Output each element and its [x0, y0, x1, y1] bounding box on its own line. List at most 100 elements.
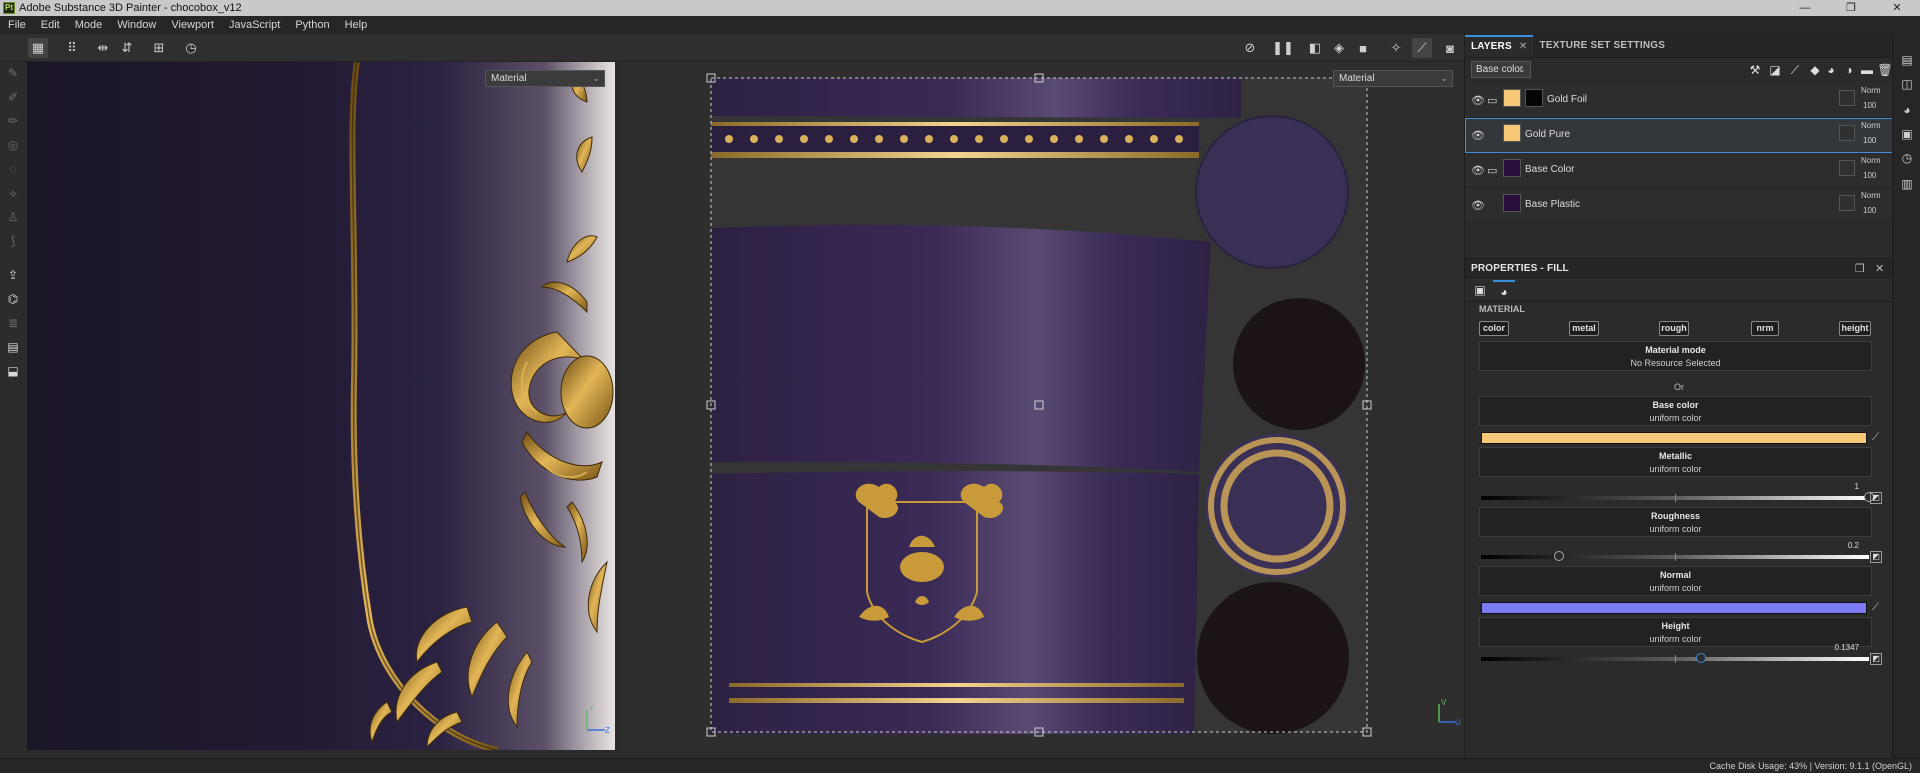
- menu-edit[interactable]: Edit: [41, 19, 60, 31]
- layers-dock-icon[interactable]: ▤: [1899, 52, 1915, 68]
- cube-icon[interactable]: ◈: [1329, 38, 1349, 58]
- maximize-button[interactable]: ❐: [1828, 0, 1874, 16]
- viewport-2d[interactable]: V U Material ⌄: [619, 62, 1464, 750]
- log-dock-icon[interactable]: ▥: [1899, 176, 1915, 192]
- channel-select[interactable]: Base color ⌄: [1471, 61, 1531, 78]
- layer-blend-mode[interactable]: Norm: [1861, 191, 1881, 200]
- visibility-eye-icon[interactable]: 👁: [1471, 94, 1485, 107]
- symmetry-icon[interactable]: ⇹: [93, 38, 113, 58]
- height-slider-handle[interactable]: [1695, 653, 1706, 663]
- bake-icon[interactable]: ⇪: [4, 266, 22, 284]
- add-fill-layer-icon[interactable]: ◆: [1807, 62, 1823, 78]
- height-slider[interactable]: [1481, 653, 1869, 663]
- grid-icon[interactable]: ▦: [28, 38, 48, 58]
- channel-toggle-height[interactable]: height: [1839, 321, 1871, 336]
- layer-blend-mode[interactable]: Norm: [1861, 121, 1881, 130]
- metallic-slider[interactable]: [1481, 492, 1874, 502]
- flip-icon[interactable]: ⇵: [117, 38, 137, 58]
- tab-layers[interactable]: LAYERS ✕: [1465, 35, 1534, 58]
- scene-icon[interactable]: ⌬: [4, 290, 22, 308]
- visibility-eye-icon[interactable]: 👁: [1471, 199, 1485, 212]
- brush-icon[interactable]: ⟋: [1412, 38, 1432, 58]
- shader-settings-icon[interactable]: ▣: [1899, 126, 1915, 142]
- visibility-eye-icon[interactable]: 👁: [1471, 164, 1485, 177]
- base-color-swatch[interactable]: [1481, 432, 1867, 444]
- roughness-slider[interactable]: [1481, 551, 1869, 561]
- layer-blend-swatch[interactable]: [1839, 90, 1855, 106]
- delete-layer-icon[interactable]: 🗑: [1877, 62, 1893, 78]
- viewport-3d-channel-select[interactable]: Material ⌄: [485, 70, 605, 87]
- tab-properties-icon[interactable]: ▣: [1469, 280, 1491, 300]
- add-effect-icon[interactable]: ⚒: [1747, 62, 1763, 78]
- layer-blend-mode[interactable]: Norm: [1861, 156, 1881, 165]
- stack-icon[interactable]: ≣: [4, 314, 22, 332]
- camera-icon[interactable]: ■: [1353, 38, 1373, 58]
- grid-dense-icon[interactable]: ⠿: [62, 38, 82, 58]
- polygon-fill-icon[interactable]: ◌: [4, 160, 22, 178]
- layer-blend-mode[interactable]: Norm: [1861, 86, 1881, 95]
- viewport-3d[interactable]: Y Z Material ⌄: [27, 62, 615, 750]
- paint-brush-icon[interactable]: ✎: [4, 64, 22, 82]
- float-panel-icon[interactable]: ❐: [1855, 262, 1865, 275]
- metallic-reset-icon[interactable]: ◩: [1870, 492, 1882, 504]
- menu-mode[interactable]: Mode: [75, 19, 103, 31]
- close-icon[interactable]: ✕: [1519, 36, 1528, 58]
- channel-toggle-metal[interactable]: metal: [1569, 321, 1599, 336]
- layer-opacity[interactable]: 100: [1863, 206, 1876, 215]
- pause-icon[interactable]: ❚❚: [1272, 38, 1294, 58]
- menu-help[interactable]: Help: [345, 19, 368, 31]
- lighting-icon[interactable]: ✧: [1386, 38, 1406, 58]
- screenshot-icon[interactable]: ◙: [1440, 38, 1460, 58]
- layer-blend-swatch[interactable]: [1839, 195, 1855, 211]
- geometry-fill-icon[interactable]: ◎: [4, 136, 22, 154]
- menu-python[interactable]: Python: [295, 19, 329, 31]
- height-reset-icon[interactable]: ◩: [1870, 653, 1882, 665]
- channel-toggle-color[interactable]: color: [1479, 321, 1509, 336]
- channel-toggle-rough[interactable]: rough: [1659, 321, 1689, 336]
- add-filter-icon[interactable]: ◑: [1841, 62, 1857, 78]
- eyedropper-icon[interactable]: ⟋: [1872, 432, 1884, 444]
- normal-card[interactable]: Normal uniform color: [1479, 566, 1872, 596]
- layer-row-gold-foil[interactable]: 👁 ▭ Gold Foil Norm 100: [1465, 83, 1893, 118]
- folder-icon[interactable]: ▭: [1487, 164, 1497, 177]
- layer-row-base-color[interactable]: 👁 ▭ Base Color Norm 100: [1465, 153, 1893, 188]
- layer-opacity[interactable]: 100: [1863, 136, 1876, 145]
- clone-icon[interactable]: ♙: [4, 208, 22, 226]
- tab-texture-set-settings[interactable]: TEXTURE SET SETTINGS: [1533, 35, 1671, 57]
- channel-toggle-nrm[interactable]: nrm: [1751, 321, 1779, 336]
- properties-body[interactable]: MATERIAL color metal rough nrm height Ma…: [1465, 302, 1893, 758]
- layer-opacity[interactable]: 100: [1863, 171, 1876, 180]
- metallic-value[interactable]: 1: [1855, 482, 1859, 491]
- export-icon[interactable]: ▤: [4, 338, 22, 356]
- history-icon[interactable]: ◷: [181, 38, 201, 58]
- roughness-card[interactable]: Roughness uniform color: [1479, 507, 1872, 537]
- menu-viewport[interactable]: Viewport: [171, 19, 214, 31]
- roughness-reset-icon[interactable]: ◩: [1870, 551, 1882, 563]
- layer-row-gold-pure[interactable]: 👁 Gold Pure Norm 100: [1465, 118, 1893, 153]
- base-color-card[interactable]: Base color uniform color: [1479, 396, 1872, 426]
- roughness-value[interactable]: 0.2: [1848, 541, 1859, 550]
- texture-set-dock-icon[interactable]: ◫: [1899, 76, 1915, 92]
- close-icon[interactable]: ✕: [1875, 262, 1884, 275]
- viewport-2d-channel-select[interactable]: Material ⌄: [1333, 70, 1453, 87]
- normal-swatch[interactable]: [1481, 602, 1867, 614]
- minimize-button[interactable]: —: [1782, 0, 1828, 16]
- tab-material-icon[interactable]: ◕: [1493, 280, 1515, 300]
- roughness-slider-handle[interactable]: [1553, 551, 1564, 561]
- hide-icon[interactable]: ⊘: [1240, 38, 1260, 58]
- height-card[interactable]: Height uniform color: [1479, 617, 1872, 647]
- display-settings-icon[interactable]: ◕: [1899, 102, 1915, 118]
- height-value[interactable]: 0.1347: [1835, 643, 1859, 652]
- layer-blend-swatch[interactable]: [1839, 125, 1855, 141]
- picker-icon[interactable]: ⟆: [4, 232, 22, 250]
- add-icon[interactable]: ⊞: [149, 38, 169, 58]
- layer-blend-swatch[interactable]: [1839, 160, 1855, 176]
- eraser-icon[interactable]: ✐: [4, 88, 22, 106]
- folder-icon[interactable]: ▭: [1487, 94, 1497, 107]
- menu-javascript[interactable]: JavaScript: [229, 19, 280, 31]
- add-mask-icon[interactable]: ◪: [1767, 62, 1783, 78]
- history-dock-icon[interactable]: ◷: [1899, 150, 1915, 166]
- add-paint-layer-icon[interactable]: ⟋: [1787, 62, 1803, 78]
- layer-mask-thumbnail[interactable]: [1525, 89, 1543, 107]
- add-folder-icon[interactable]: ▬: [1859, 62, 1875, 78]
